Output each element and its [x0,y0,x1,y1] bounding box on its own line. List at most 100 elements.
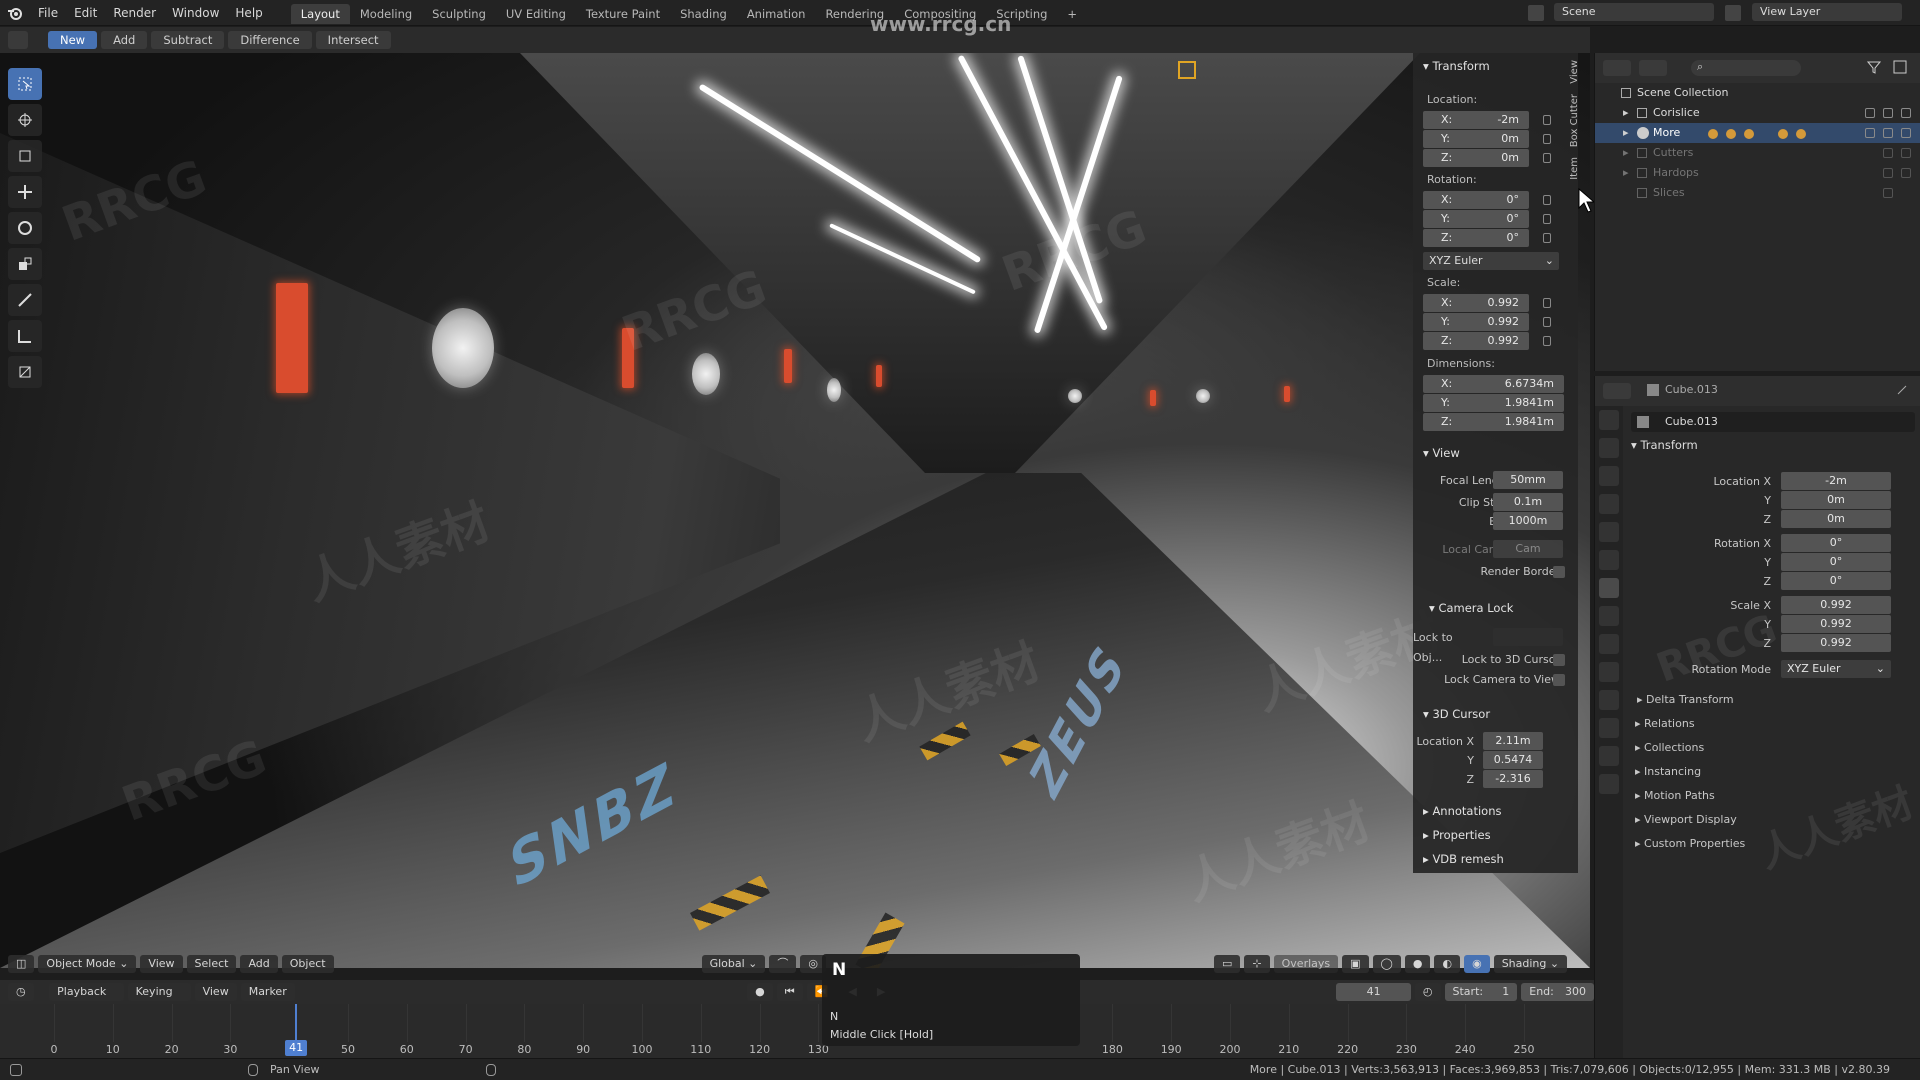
prop-rotation-x-field[interactable]: 0° [1781,534,1891,552]
dimensions-y-field[interactable]: Y: 1.9841m [1423,394,1564,412]
snap-icon[interactable]: ⌒ [769,955,797,973]
camera-frame-icon[interactable] [1178,61,1196,79]
shading-dropdown[interactable]: Shading ⌄ [1493,955,1568,973]
end-frame-field[interactable]: End: 300 [1521,983,1594,1001]
boolean-subtract-button[interactable]: Subtract [151,31,225,49]
lock-icon[interactable] [1543,153,1551,163]
timeline-menu-marker[interactable]: Marker [240,983,295,1001]
cursor-x-field[interactable]: 2.11m [1483,732,1543,750]
boolean-difference-button[interactable]: Difference [228,31,312,49]
material-properties-tab-icon[interactable] [1599,746,1619,766]
expand-arrow-icon[interactable]: ▸ [1623,103,1629,123]
measure-tool-icon[interactable] [8,320,42,352]
editor-type-icon[interactable] [1603,383,1631,399]
transform-orientation-dropdown[interactable]: Global ⌄ [701,955,766,973]
outliner-row[interactable]: ▸ Hardops [1595,163,1920,183]
editor-type-icon[interactable]: ◫ [8,955,35,973]
lock-icon[interactable] [1543,195,1551,205]
rotation-z-field[interactable]: Z: 0° [1423,229,1529,247]
physics-properties-tab-icon[interactable] [1599,662,1619,682]
viewport-menu-select[interactable]: Select [186,955,237,973]
scene-icon[interactable] [1528,5,1544,21]
object-properties-tab-icon[interactable] [1599,578,1619,598]
timeline-menu-view[interactable]: View [194,983,237,1001]
tab-animation[interactable]: Animation [737,4,816,24]
outliner-row[interactable]: ▸ Corislice [1595,103,1920,123]
outliner-row[interactable]: ▸ More [1595,123,1920,143]
view-layer-selector[interactable]: View Layer [1752,3,1902,21]
blender-logo-icon[interactable] [0,0,30,26]
tab-uv-editing[interactable]: UV Editing [496,4,576,24]
properties-section-header[interactable]: ▸ Properties [1413,824,1491,846]
transform-tool-icon[interactable] [8,140,42,172]
data-properties-tab-icon[interactable] [1599,718,1619,738]
new-collection-icon[interactable] [1893,60,1913,76]
dimensions-x-field[interactable]: X: 6.6734m [1423,375,1564,393]
modifier-properties-tab-icon[interactable] [1599,606,1619,626]
render-icon[interactable] [1901,128,1911,138]
filter-icon[interactable] [1866,60,1887,76]
camera-icon[interactable] [1883,188,1893,198]
outliner-search-input[interactable]: ⌕ [1691,60,1801,76]
move-tool-icon[interactable] [8,176,42,208]
camera-icon[interactable] [1883,108,1893,118]
motion-paths-panel[interactable]: ▸ Motion Paths [1635,789,1715,802]
rotation-x-field[interactable]: X: 0° [1423,191,1529,209]
lock-icon[interactable] [1543,115,1551,125]
scale-z-field[interactable]: Z: 0.992 [1423,332,1529,350]
menu-window[interactable]: Window [164,0,227,26]
menu-render[interactable]: Render [105,0,164,26]
viewport-menu-add[interactable]: Add [240,955,278,973]
prop-scale-x-field[interactable]: 0.992 [1781,596,1891,614]
xray-toggle-icon[interactable]: ▣ [1342,955,1369,973]
lock-icon[interactable] [1543,134,1551,144]
tab-texture-paint[interactable]: Texture Paint [576,4,670,24]
material-shading-icon[interactable]: ◐ [1434,955,1461,973]
prop-rotation-y-field[interactable]: 0° [1781,553,1891,571]
constraints-properties-tab-icon[interactable] [1599,690,1619,710]
view-section-header[interactable]: ▾ View [1413,442,1460,464]
3d-cursor-section-header[interactable]: ▾ 3D Cursor [1413,703,1490,725]
tab-shading[interactable]: Shading [670,4,737,24]
camera-icon[interactable] [1883,168,1893,178]
scale-x-field[interactable]: X: 0.992 [1423,294,1529,312]
vdb-remesh-section-header[interactable]: ▸ VDB remesh [1413,848,1504,870]
lock-camera-view-checkbox[interactable] [1553,674,1565,686]
clip-end-field[interactable]: 1000m [1493,512,1563,530]
timeline-menu-playback[interactable]: Playback ⌄ [49,983,124,1016]
focal-length-field[interactable]: 50mm [1493,471,1563,489]
collections-panel[interactable]: ▸ Collections [1635,741,1704,754]
lock-icon[interactable] [1543,298,1551,308]
transform-section-header[interactable]: ▾ Transform [1413,55,1490,77]
preview-range-icon[interactable]: ◴ [1414,983,1441,1001]
add-cube-tool-icon[interactable] [8,356,42,388]
current-frame-field[interactable]: 41 [1336,983,1411,1001]
camera-icon[interactable] [1883,148,1893,158]
rotation-mode-dropdown[interactable]: XYZ Euler ⌄ [1423,252,1559,270]
boolean-new-button[interactable]: New [48,31,98,49]
annotations-section-header[interactable]: ▸ Annotations [1413,800,1502,822]
transform-panel-header[interactable]: ▾ Transform [1631,438,1698,452]
view-layer-icon[interactable] [1725,5,1741,21]
editor-type-icon[interactable]: ◷ [8,983,34,1001]
custom-properties-panel[interactable]: ▸ Custom Properties [1635,837,1745,850]
location-y-field[interactable]: Y: 0m [1423,130,1529,148]
render-border-checkbox[interactable] [1553,566,1565,578]
prop-location-y-field[interactable]: 0m [1781,491,1891,509]
clip-start-field[interactable]: 0.1m [1493,493,1563,511]
location-z-field[interactable]: Z: 0m [1423,149,1529,167]
record-icon[interactable]: ● [747,983,773,1001]
wireframe-shading-icon[interactable]: ◯ [1372,955,1401,973]
expand-arrow-icon[interactable]: ▸ [1623,163,1629,183]
viewport-menu-view[interactable]: View [140,955,183,973]
lock-icon[interactable] [1543,233,1551,243]
prop-rotation-mode-dropdown[interactable]: XYZ Euler ⌄ [1781,660,1891,678]
annotate-tool-icon[interactable] [8,284,42,316]
overlays-dropdown[interactable]: Overlays [1273,955,1339,973]
render-icon[interactable] [1901,108,1911,118]
select-box-tool-icon[interactable] [8,31,28,49]
camera-icon[interactable] [1883,128,1893,138]
pin-icon[interactable] [1895,383,1909,397]
local-camera-field[interactable]: Cam [1493,540,1563,558]
scene-selector[interactable]: Scene [1554,3,1714,21]
